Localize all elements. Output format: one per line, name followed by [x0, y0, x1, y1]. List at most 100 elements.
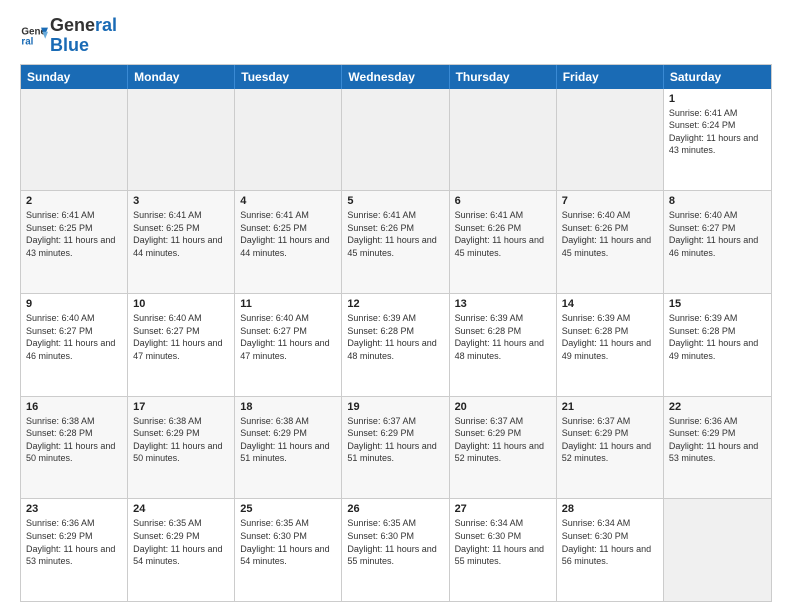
- weekday-header-saturday: Saturday: [664, 65, 771, 89]
- calendar-cell-r3c5: 21 Sunrise: 6:37 AM Sunset: 6:29 PM Dayli…: [557, 397, 664, 499]
- day-number: 27: [455, 503, 551, 515]
- day-number: 23: [26, 503, 122, 515]
- day-info: Sunrise: 6:37 AM Sunset: 6:29 PM Dayligh…: [562, 415, 658, 465]
- day-info: Sunrise: 6:39 AM Sunset: 6:28 PM Dayligh…: [562, 312, 658, 362]
- calendar-cell-r0c2: [235, 89, 342, 191]
- day-info: Sunrise: 6:35 AM Sunset: 6:30 PM Dayligh…: [240, 517, 336, 567]
- calendar-cell-r1c2: 4 Sunrise: 6:41 AM Sunset: 6:25 PM Daylig…: [235, 191, 342, 293]
- day-number: 15: [669, 298, 766, 310]
- day-number: 13: [455, 298, 551, 310]
- day-number: 8: [669, 195, 766, 207]
- calendar-cell-r3c6: 22Sunrise: 6:36 AM Sunset: 6:29 PM Dayli…: [664, 397, 771, 499]
- day-info: Sunrise: 6:40 AM Sunset: 6:27 PM Dayligh…: [240, 312, 336, 362]
- day-info: Sunrise: 6:41 AM Sunset: 6:25 PM Dayligh…: [240, 209, 336, 259]
- calendar-cell-r3c1: 17Sunrise: 6:38 AM Sunset: 6:29 PM Dayli…: [128, 397, 235, 499]
- calendar-row-2: 9 Sunrise: 6:40 AM Sunset: 6:27 PM Daylig…: [21, 294, 771, 397]
- day-number: 25: [240, 503, 336, 515]
- day-info: Sunrise: 6:41 AM Sunset: 6:24 PM Dayligh…: [669, 107, 766, 157]
- calendar-cell-r4c4: 27 Sunrise: 6:34 AM Sunset: 6:30 PM Dayli…: [450, 499, 557, 601]
- day-number: 14: [562, 298, 658, 310]
- calendar-cell-r4c5: 28 Sunrise: 6:34 AM Sunset: 6:30 PM Dayli…: [557, 499, 664, 601]
- day-info: Sunrise: 6:37 AM Sunset: 6:29 PM Dayligh…: [455, 415, 551, 465]
- calendar-cell-r2c1: 10 Sunrise: 6:40 AM Sunset: 6:27 PM Dayli…: [128, 294, 235, 396]
- day-number: 5: [347, 195, 443, 207]
- calendar-cell-r2c2: 11 Sunrise: 6:40 AM Sunset: 6:27 PM Dayli…: [235, 294, 342, 396]
- weekday-header-sunday: Sunday: [21, 65, 128, 89]
- calendar-cell-r0c6: 1 Sunrise: 6:41 AM Sunset: 6:24 PM Daylig…: [664, 89, 771, 191]
- calendar-cell-r1c0: 2 Sunrise: 6:41 AM Sunset: 6:25 PM Daylig…: [21, 191, 128, 293]
- logo-blue: Blue: [50, 36, 117, 56]
- day-info: Sunrise: 6:34 AM Sunset: 6:30 PM Dayligh…: [562, 517, 658, 567]
- calendar-cell-r4c2: 25 Sunrise: 6:35 AM Sunset: 6:30 PM Dayli…: [235, 499, 342, 601]
- weekday-header-monday: Monday: [128, 65, 235, 89]
- day-number: 26: [347, 503, 443, 515]
- day-info: Sunrise: 6:35 AM Sunset: 6:29 PM Dayligh…: [133, 517, 229, 567]
- day-number: 7: [562, 195, 658, 207]
- weekday-header-wednesday: Wednesday: [342, 65, 449, 89]
- day-info: Sunrise: 6:41 AM Sunset: 6:25 PM Dayligh…: [26, 209, 122, 259]
- day-number: 21: [562, 401, 658, 413]
- day-number: 10: [133, 298, 229, 310]
- calendar-row-3: 16 Sunrise: 6:38 AM Sunset: 6:28 PM Dayli…: [21, 397, 771, 500]
- calendar-cell-r2c4: 13 Sunrise: 6:39 AM Sunset: 6:28 PM Dayli…: [450, 294, 557, 396]
- day-info: Sunrise: 6:34 AM Sunset: 6:30 PM Dayligh…: [455, 517, 551, 567]
- calendar-header-row: SundayMondayTuesdayWednesdayThursdayFrid…: [21, 65, 771, 89]
- day-number: 12: [347, 298, 443, 310]
- logo: Gene ral General Blue: [20, 16, 117, 56]
- day-number: 4: [240, 195, 336, 207]
- svg-text:ral: ral: [21, 36, 33, 47]
- calendar-cell-r2c5: 14 Sunrise: 6:39 AM Sunset: 6:28 PM Dayli…: [557, 294, 664, 396]
- weekday-header-friday: Friday: [557, 65, 664, 89]
- day-info: Sunrise: 6:36 AM Sunset: 6:29 PM Dayligh…: [26, 517, 122, 567]
- calendar-cell-r4c0: 23 Sunrise: 6:36 AM Sunset: 6:29 PM Dayli…: [21, 499, 128, 601]
- day-number: 1: [669, 93, 766, 105]
- calendar-cell-r0c3: [342, 89, 449, 191]
- day-number: 19: [347, 401, 443, 413]
- day-number: 11: [240, 298, 336, 310]
- day-info: Sunrise: 6:37 AM Sunset: 6:29 PM Dayligh…: [347, 415, 443, 465]
- calendar-cell-r4c3: 26 Sunrise: 6:35 AM Sunset: 6:30 PM Dayli…: [342, 499, 449, 601]
- calendar-cell-r0c1: [128, 89, 235, 191]
- calendar-cell-r1c6: 8 Sunrise: 6:40 AM Sunset: 6:27 PM Daylig…: [664, 191, 771, 293]
- day-info: Sunrise: 6:38 AM Sunset: 6:28 PM Dayligh…: [26, 415, 122, 465]
- calendar-cell-r2c3: 12 Sunrise: 6:39 AM Sunset: 6:28 PM Dayli…: [342, 294, 449, 396]
- weekday-header-thursday: Thursday: [450, 65, 557, 89]
- day-info: Sunrise: 6:40 AM Sunset: 6:27 PM Dayligh…: [669, 209, 766, 259]
- calendar-row-4: 23 Sunrise: 6:36 AM Sunset: 6:29 PM Dayli…: [21, 499, 771, 601]
- day-number: 3: [133, 195, 229, 207]
- calendar-cell-r1c5: 7 Sunrise: 6:40 AM Sunset: 6:26 PM Daylig…: [557, 191, 664, 293]
- day-info: Sunrise: 6:40 AM Sunset: 6:27 PM Dayligh…: [133, 312, 229, 362]
- calendar-cell-r1c3: 5Sunrise: 6:41 AM Sunset: 6:26 PM Daylig…: [342, 191, 449, 293]
- day-number: 6: [455, 195, 551, 207]
- day-number: 2: [26, 195, 122, 207]
- calendar-row-0: 1 Sunrise: 6:41 AM Sunset: 6:24 PM Daylig…: [21, 89, 771, 192]
- calendar-cell-r1c4: 6Sunrise: 6:41 AM Sunset: 6:26 PM Daylig…: [450, 191, 557, 293]
- day-info: Sunrise: 6:39 AM Sunset: 6:28 PM Dayligh…: [669, 312, 766, 362]
- day-info: Sunrise: 6:35 AM Sunset: 6:30 PM Dayligh…: [347, 517, 443, 567]
- calendar-cell-r3c4: 20Sunrise: 6:37 AM Sunset: 6:29 PM Dayli…: [450, 397, 557, 499]
- logo-icon: Gene ral: [20, 22, 48, 50]
- weekday-header-tuesday: Tuesday: [235, 65, 342, 89]
- day-info: Sunrise: 6:39 AM Sunset: 6:28 PM Dayligh…: [455, 312, 551, 362]
- calendar-cell-r0c4: [450, 89, 557, 191]
- page: Gene ral General Blue SundayMondayTuesda…: [0, 0, 792, 612]
- day-number: 22: [669, 401, 766, 413]
- calendar-cell-r0c0: [21, 89, 128, 191]
- day-info: Sunrise: 6:38 AM Sunset: 6:29 PM Dayligh…: [240, 415, 336, 465]
- calendar-cell-r3c2: 18 Sunrise: 6:38 AM Sunset: 6:29 PM Dayli…: [235, 397, 342, 499]
- header: Gene ral General Blue: [20, 16, 772, 56]
- calendar-row-1: 2 Sunrise: 6:41 AM Sunset: 6:25 PM Daylig…: [21, 191, 771, 294]
- calendar-cell-r1c1: 3Sunrise: 6:41 AM Sunset: 6:25 PM Daylig…: [128, 191, 235, 293]
- calendar-cell-r2c6: 15 Sunrise: 6:39 AM Sunset: 6:28 PM Dayli…: [664, 294, 771, 396]
- day-number: 17: [133, 401, 229, 413]
- calendar-cell-r4c6: [664, 499, 771, 601]
- day-number: 16: [26, 401, 122, 413]
- day-number: 9: [26, 298, 122, 310]
- calendar-cell-r3c0: 16 Sunrise: 6:38 AM Sunset: 6:28 PM Dayli…: [21, 397, 128, 499]
- day-info: Sunrise: 6:39 AM Sunset: 6:28 PM Dayligh…: [347, 312, 443, 362]
- day-number: 28: [562, 503, 658, 515]
- day-info: Sunrise: 6:40 AM Sunset: 6:26 PM Dayligh…: [562, 209, 658, 259]
- calendar-cell-r4c1: 24Sunrise: 6:35 AM Sunset: 6:29 PM Dayli…: [128, 499, 235, 601]
- day-number: 18: [240, 401, 336, 413]
- calendar-cell-r2c0: 9Sunrise: 6:40 AM Sunset: 6:27 PM Daylig…: [21, 294, 128, 396]
